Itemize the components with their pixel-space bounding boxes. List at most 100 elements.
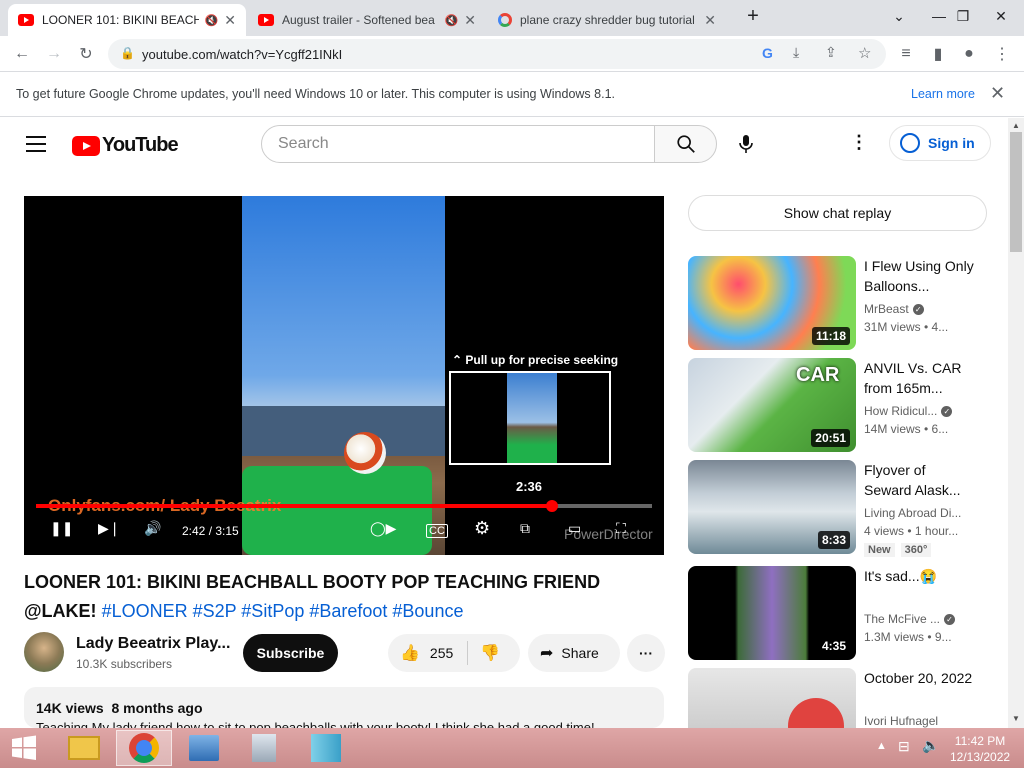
app-icon[interactable]: [298, 730, 354, 766]
close-tab-icon[interactable]: ✕: [704, 12, 716, 29]
fullscreen-icon[interactable]: ⛶: [616, 520, 626, 537]
like-dislike-group: 👍 255 👎: [388, 634, 520, 672]
captions-icon[interactable]: CC: [426, 524, 448, 538]
volume-tray-icon[interactable]: 🔈: [922, 737, 939, 754]
scrubber-handle[interactable]: [545, 500, 558, 512]
recommended-video[interactable]: October 20, 2022 Ivori Hufnagel: [688, 668, 988, 728]
video-title[interactable]: October 20, 2022: [864, 668, 974, 688]
lock-icon[interactable]: 🔒: [120, 46, 135, 60]
back-icon[interactable]: ←: [10, 42, 34, 66]
learn-more-link[interactable]: Learn more: [911, 87, 975, 101]
volume-icon[interactable]: 🔊: [144, 520, 161, 537]
address-bar[interactable]: 🔒 youtube.com/watch?v=Ycgff21INkI G ⤓ ⇪ …: [108, 39, 886, 69]
video-title[interactable]: It's sad...😭: [864, 566, 974, 586]
channel-name[interactable]: How Ridicul... ✓: [864, 404, 953, 418]
close-tab-icon[interactable]: ✕: [224, 12, 236, 29]
url-text[interactable]: youtube.com/watch?v=Ycgff21INkI: [142, 47, 342, 62]
video-title[interactable]: Flyover of Seward Alask...: [864, 460, 974, 500]
menu-icon[interactable]: [26, 136, 46, 152]
video-title[interactable]: I Flew Using Only Balloons...: [864, 256, 974, 296]
scroll-thumb[interactable]: [1010, 132, 1022, 252]
close-tab-icon[interactable]: ✕: [464, 12, 476, 29]
share-button[interactable]: ➦ Share: [528, 634, 620, 672]
close-icon[interactable]: ✕: [990, 83, 1005, 104]
tab-plane-crazy[interactable]: plane crazy shredder bug tutorial ✕: [488, 4, 726, 36]
recommended-video[interactable]: 8:33 Flyover of Seward Alask... Living A…: [688, 460, 988, 557]
show-hidden-icons-icon[interactable]: ▲: [876, 740, 887, 752]
control-panel-icon[interactable]: [176, 730, 232, 766]
video-thumbnail[interactable]: [688, 668, 856, 728]
speaker-muted-icon[interactable]: 🔇: [205, 14, 219, 27]
scroll-up-icon[interactable]: ▲: [1012, 121, 1020, 130]
recommended-video[interactable]: CAR 20:51 ANVIL Vs. CAR from 165m... How…: [688, 358, 988, 452]
logo-text: YouTube: [102, 134, 179, 156]
channel-name[interactable]: Lady Beeatrix Play...: [76, 635, 230, 653]
recommended-video[interactable]: 4:35 It's sad...😭 The McFive ... ✓ 1.3M v…: [688, 566, 988, 660]
google-favicon-icon: [498, 13, 512, 27]
youtube-logo[interactable]: YouTube: [72, 134, 179, 157]
subscriber-count: 10.3K subscribers: [76, 657, 173, 671]
360-badge: 360°: [900, 543, 932, 557]
settings-more-icon[interactable]: ⋮: [850, 132, 868, 153]
bookmark-star-icon[interactable]: ☆: [858, 44, 871, 62]
pause-icon[interactable]: ❚❚: [50, 520, 73, 537]
close-window-icon[interactable]: ✕: [978, 0, 1024, 32]
tab-looner[interactable]: LOONER 101: BIKINI BEACHBALL 🔇 ✕: [8, 4, 246, 36]
channel-name[interactable]: Living Abroad Di...: [864, 506, 961, 520]
search-input[interactable]: Search: [261, 125, 655, 163]
recommended-video[interactable]: 11:18 I Flew Using Only Balloons... MrBe…: [688, 256, 988, 350]
tab-august-trailer[interactable]: August trailer - Softened bea 🔇 ✕: [248, 4, 486, 36]
video-hashtags[interactable]: #LOONER #S2P #SitPop #Barefoot #Bounce: [102, 601, 464, 621]
chrome-menu-icon[interactable]: ⋮: [990, 42, 1014, 66]
page-scrollbar[interactable]: ▲ ▼: [1008, 118, 1024, 728]
app-icon[interactable]: [236, 730, 292, 766]
video-thumbnail[interactable]: 11:18: [688, 256, 856, 350]
miniplayer-icon[interactable]: ⧉: [520, 520, 530, 537]
progress-bar[interactable]: [36, 500, 652, 512]
like-icon[interactable]: 👍: [400, 643, 420, 663]
video-thumbnail[interactable]: 8:33: [688, 460, 856, 554]
channel-avatar[interactable]: [24, 632, 64, 672]
duration-badge: 11:18: [811, 327, 850, 345]
youtube-play-logo-icon: [72, 135, 100, 156]
share-icon[interactable]: ⇪: [825, 44, 837, 61]
voice-search-button[interactable]: [727, 125, 765, 163]
install-icon[interactable]: ⤓: [793, 44, 799, 61]
channel-name[interactable]: Ivori Hufnagel: [864, 714, 938, 728]
video-meta: 4 views • 1 hour...: [864, 524, 959, 538]
google-lens-icon[interactable]: G: [762, 45, 773, 61]
system-clock[interactable]: 11:42 PM 12/13/2022: [950, 733, 1010, 765]
autoplay-toggle-icon[interactable]: ◯▶: [370, 520, 396, 537]
show-chat-replay-button[interactable]: Show chat replay: [688, 195, 987, 231]
forward-icon[interactable]: →: [42, 42, 66, 66]
channel-name[interactable]: MrBeast ✓: [864, 302, 924, 316]
more-actions-icon[interactable]: ···: [627, 634, 665, 672]
subscribe-button[interactable]: Subscribe: [243, 634, 338, 672]
dislike-icon[interactable]: 👎: [480, 643, 500, 663]
description-box[interactable]: 14K views 8 months ago Teaching My lady …: [24, 687, 664, 728]
speaker-muted-icon[interactable]: 🔇: [445, 14, 459, 27]
profile-icon[interactable]: ●: [957, 42, 981, 66]
side-panel-icon[interactable]: ▮: [926, 42, 950, 66]
video-thumbnail[interactable]: 4:35: [688, 566, 856, 660]
start-button[interactable]: [0, 730, 48, 766]
new-tab-button[interactable]: +: [730, 0, 776, 32]
media-control-icon[interactable]: ≡: [894, 42, 918, 66]
channel-name[interactable]: The McFive ... ✓: [864, 612, 956, 626]
next-icon[interactable]: ▶❘: [98, 520, 121, 537]
share-label: Share: [561, 645, 599, 661]
network-icon[interactable]: ⊟: [898, 738, 910, 755]
search-button[interactable]: [654, 125, 717, 163]
video-thumbnail[interactable]: CAR 20:51: [688, 358, 856, 452]
settings-gear-icon[interactable]: ⚙: [474, 518, 490, 539]
video-title[interactable]: ANVIL Vs. CAR from 165m...: [864, 358, 974, 398]
file-explorer-icon[interactable]: [56, 730, 112, 766]
chrome-taskbar-icon[interactable]: [116, 730, 172, 766]
video-player[interactable]: ⌃ Pull up for precise seeking 2:36 Onlyf…: [24, 196, 664, 555]
sign-in-button[interactable]: Sign in: [889, 125, 991, 161]
reload-icon[interactable]: ↻: [74, 42, 98, 66]
like-count[interactable]: 255: [430, 645, 453, 661]
scroll-down-icon[interactable]: ▼: [1012, 714, 1020, 723]
infobar-message: To get future Google Chrome updates, you…: [16, 87, 615, 101]
theater-mode-icon[interactable]: ▭: [568, 520, 581, 537]
